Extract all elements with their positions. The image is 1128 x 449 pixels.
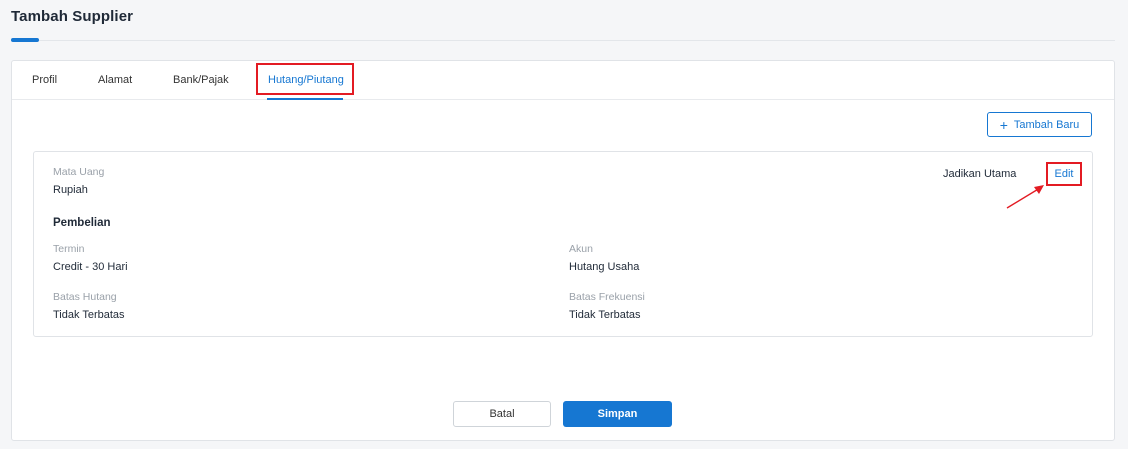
account-label: Akun: [569, 243, 593, 255]
term-value: Credit - 30 Hari: [53, 261, 128, 273]
term-label: Termin: [53, 243, 85, 255]
tab-highlight-box: [256, 63, 354, 95]
tab-profil[interactable]: Profil: [32, 61, 57, 99]
currency-label: Mata Uang: [53, 166, 105, 178]
tab-alamat[interactable]: Alamat: [98, 61, 132, 99]
tab-bar: Profil Alamat Bank/Pajak Hutang/Piutang: [12, 61, 1114, 100]
page-title: Tambah Supplier: [11, 8, 134, 25]
payable-account-card: Mata Uang Rupiah Jadikan Utama Edit Pemb…: [33, 151, 1093, 337]
currency-value: Rupiah: [53, 184, 88, 196]
edit-button[interactable]: Edit: [1046, 162, 1082, 186]
tab-bank-pajak[interactable]: Bank/Pajak: [173, 61, 229, 99]
add-new-label: Tambah Baru: [1013, 118, 1080, 131]
add-new-button[interactable]: + Tambah Baru: [987, 112, 1092, 137]
form-card: Profil Alamat Bank/Pajak Hutang/Piutang …: [11, 60, 1115, 441]
annotation-arrow-icon: [1006, 185, 1044, 209]
frequency-limit-label: Batas Frekuensi: [569, 291, 645, 303]
title-accent-bar: [11, 38, 39, 42]
plus-icon: +: [999, 116, 1008, 133]
save-button[interactable]: Simpan: [563, 401, 672, 427]
make-primary-link[interactable]: Jadikan Utama: [943, 168, 1016, 180]
frequency-limit-value: Tidak Terbatas: [569, 309, 641, 321]
debt-limit-label: Batas Hutang: [53, 291, 117, 303]
debt-limit-value: Tidak Terbatas: [53, 309, 125, 321]
cancel-button[interactable]: Batal: [453, 401, 551, 427]
tab-active-underline: [267, 98, 343, 100]
section-title-pembelian: Pembelian: [53, 217, 111, 229]
title-divider: [11, 40, 1115, 41]
account-value: Hutang Usaha: [569, 261, 640, 273]
